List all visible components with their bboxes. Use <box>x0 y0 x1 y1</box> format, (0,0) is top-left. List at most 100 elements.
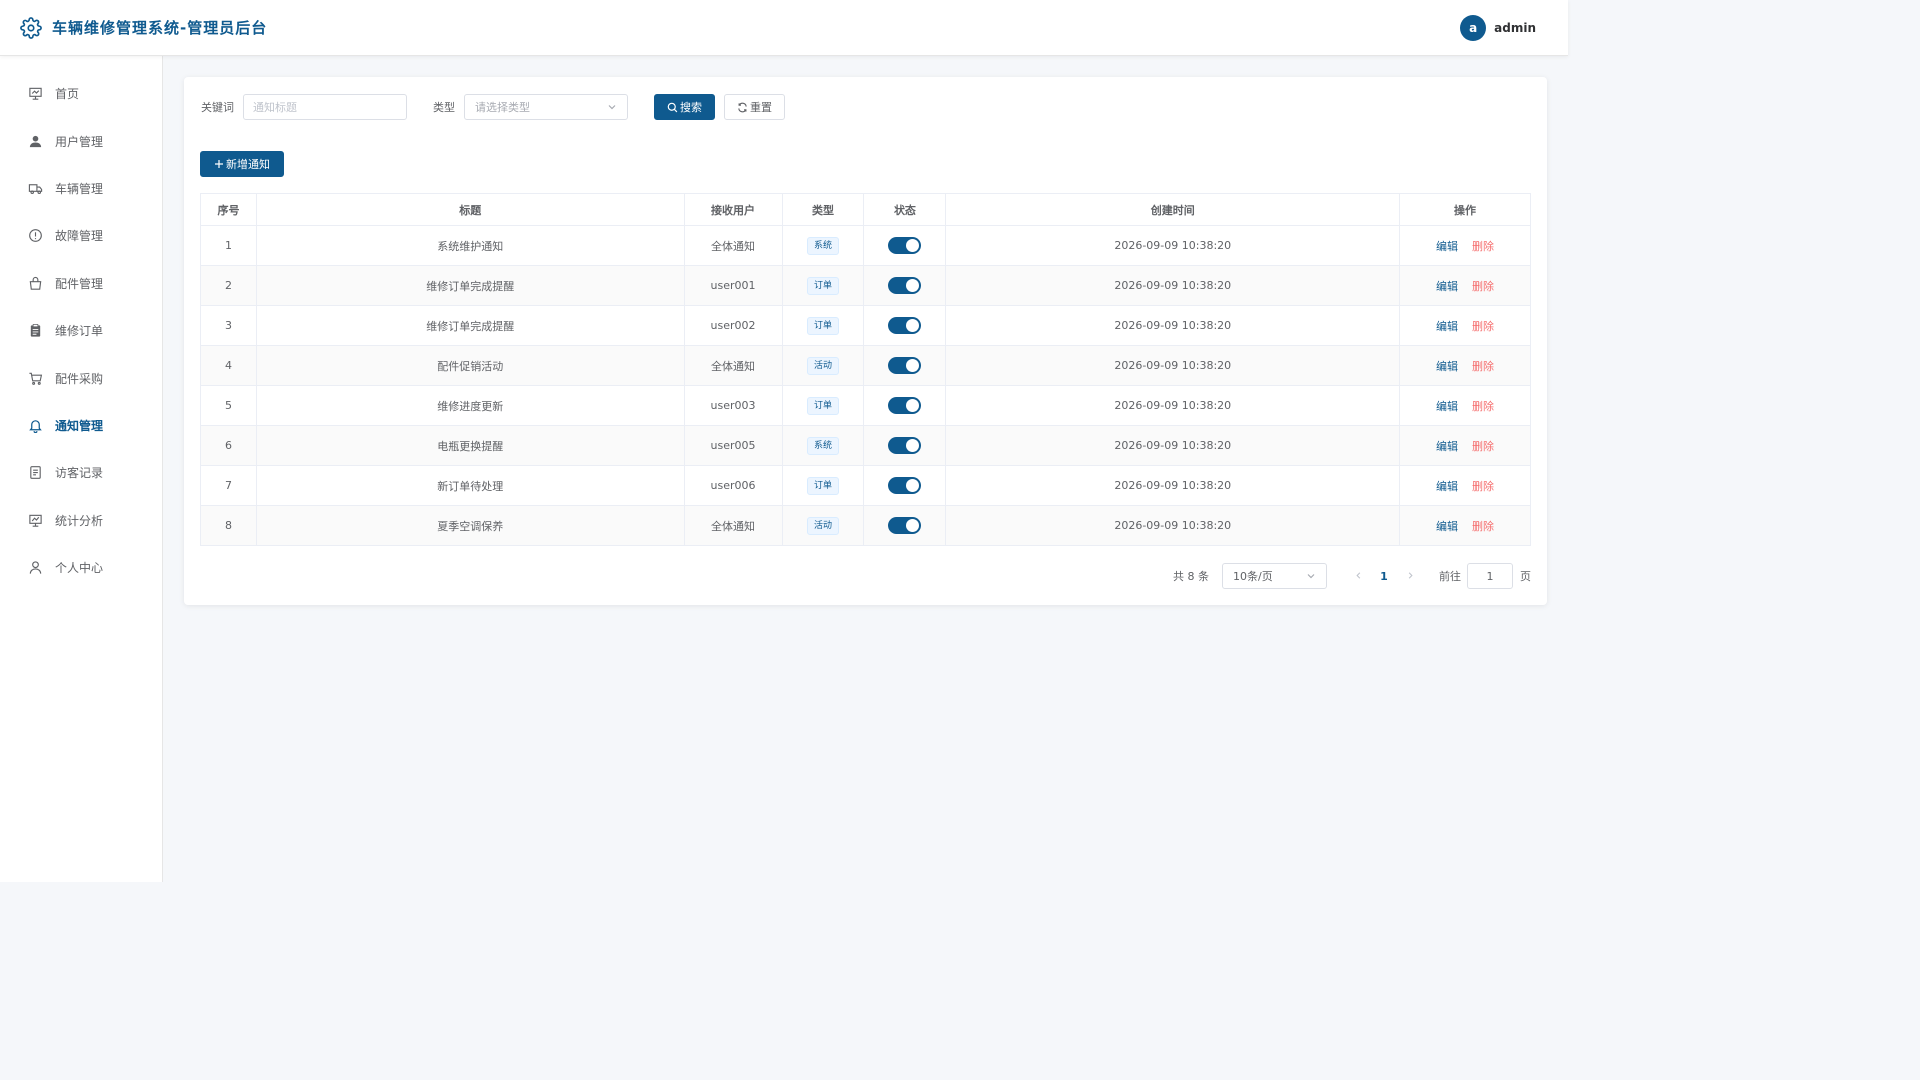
edit-link[interactable]: 编辑 <box>1436 280 1458 293</box>
add-notification-button[interactable]: 新增通知 <box>200 151 284 177</box>
delete-link[interactable]: 删除 <box>1472 480 1494 493</box>
column-header: 类型 <box>781 193 865 226</box>
cell-created: 2026-09-09 10:38:20 <box>945 385 1401 426</box>
edit-link[interactable]: 编辑 <box>1436 440 1458 453</box>
cell-created: 2026-09-09 10:38:20 <box>945 465 1401 506</box>
sidebar-item-users[interactable]: 用户管理 <box>0 117 162 164</box>
sidebar-item-notifications[interactable]: 通知管理 <box>0 402 162 449</box>
sidebar-item-label: 故障管理 <box>55 229 104 244</box>
sidebar-item-orders[interactable]: 维修订单 <box>0 307 162 354</box>
delete-link[interactable]: 删除 <box>1472 280 1494 293</box>
delete-link[interactable]: 删除 <box>1472 440 1494 453</box>
cell-receiver: 全体通知 <box>683 505 783 546</box>
keyword-input[interactable]: 通知标题 <box>243 94 407 120</box>
cell-actions: 编辑 删除 <box>1399 465 1531 506</box>
delete-link[interactable]: 删除 <box>1472 360 1494 373</box>
sidebar-item-label: 配件管理 <box>55 276 104 291</box>
page-size-select[interactable]: 10条/页 <box>1222 563 1327 589</box>
edit-link[interactable]: 编辑 <box>1436 240 1458 253</box>
status-toggle[interactable] <box>888 317 922 334</box>
cell-type: 订单 <box>781 265 865 306</box>
cell-status <box>863 425 947 466</box>
username[interactable]: admin <box>1494 21 1536 35</box>
cell-type: 订单 <box>781 305 865 346</box>
goto-page-input[interactable]: 1 <box>1467 563 1513 589</box>
type-select[interactable]: 请选择类型 <box>464 94 628 120</box>
status-toggle[interactable] <box>888 237 922 254</box>
page-number-current[interactable]: 1 <box>1371 570 1397 583</box>
sidebar-item-parts[interactable]: 配件管理 <box>0 260 162 307</box>
cell-status <box>863 465 947 506</box>
sidebar-item-profile[interactable]: 个人中心 <box>0 544 162 591</box>
cell-no: 7 <box>200 465 257 506</box>
status-toggle[interactable] <box>888 277 922 294</box>
sidebar-item-visitors[interactable]: 访客记录 <box>0 449 162 496</box>
sidebar-item-label: 车辆管理 <box>55 181 104 196</box>
user-menu[interactable]: a admin <box>1460 14 1536 41</box>
cell-type: 活动 <box>781 345 865 386</box>
delete-link[interactable]: 删除 <box>1472 520 1494 533</box>
column-header: 接收用户 <box>683 193 783 226</box>
next-page-button[interactable] <box>1397 570 1423 583</box>
type-tag: 订单 <box>806 316 839 335</box>
type-tag: 订单 <box>806 476 839 495</box>
main-panel: 关键词 通知标题 类型 请选择类型 搜索 重置 新增通知 序号 标题 接收用户 … <box>184 77 1547 605</box>
cell-title: 夏季空调保养 <box>255 505 685 546</box>
page-suffix: 页 <box>1520 570 1531 583</box>
type-label: 类型 <box>433 101 455 114</box>
cell-created: 2026-09-09 10:38:20 <box>945 225 1401 266</box>
column-header: 状态 <box>863 193 947 226</box>
status-toggle[interactable] <box>888 397 922 414</box>
prev-page-button[interactable] <box>1345 570 1371 583</box>
cell-title: 电瓶更换提醒 <box>255 425 685 466</box>
edit-link[interactable]: 编辑 <box>1436 360 1458 373</box>
refresh-icon <box>738 102 747 112</box>
bell-icon <box>29 420 42 433</box>
type-tag: 系统 <box>806 236 839 255</box>
cell-status <box>863 385 947 426</box>
edit-link[interactable]: 编辑 <box>1436 520 1458 533</box>
cell-receiver: user001 <box>683 265 783 306</box>
type-placeholder: 请选择类型 <box>475 101 530 114</box>
delete-link[interactable]: 删除 <box>1472 400 1494 413</box>
sidebar-item-vehicles[interactable]: 车辆管理 <box>0 165 162 212</box>
reset-button-label: 重置 <box>750 101 772 114</box>
cell-title: 配件促销活动 <box>255 345 685 386</box>
status-toggle[interactable] <box>888 517 922 534</box>
status-toggle[interactable] <box>888 477 922 494</box>
delete-link[interactable]: 删除 <box>1472 320 1494 333</box>
type-tag: 活动 <box>806 356 839 375</box>
sidebar-item-statistics[interactable]: 统计分析 <box>0 497 162 544</box>
cell-receiver: 全体通知 <box>683 345 783 386</box>
pagination: 共 8 条 10条/页 1 前往 1 页 <box>1173 563 1531 589</box>
edit-link[interactable]: 编辑 <box>1436 320 1458 333</box>
chevron-down-icon <box>1307 574 1315 579</box>
notification-table: 序号 标题 接收用户 类型 状态 创建时间 操作 1 系统维护通知 全体通知 系… <box>200 193 1531 546</box>
warning-icon <box>29 229 42 243</box>
search-button[interactable]: 搜索 <box>654 94 715 120</box>
edit-link[interactable]: 编辑 <box>1436 480 1458 493</box>
avatar[interactable]: a <box>1460 14 1487 41</box>
cell-type: 订单 <box>781 465 865 506</box>
sidebar-item-faults[interactable]: 故障管理 <box>0 212 162 259</box>
cell-type: 活动 <box>781 505 865 546</box>
edit-link[interactable]: 编辑 <box>1436 400 1458 413</box>
gear-icon <box>20 16 42 39</box>
reset-button[interactable]: 重置 <box>724 94 785 120</box>
goto-label: 前往 <box>1439 570 1461 583</box>
type-tag: 订单 <box>806 276 839 295</box>
table-row: 3 维修订单完成提醒 user002 订单 2026-09-09 10:38:2… <box>200 305 1531 346</box>
cell-status <box>863 505 947 546</box>
sidebar-item-home[interactable]: 首页 <box>0 70 162 117</box>
sidebar-item-purchase[interactable]: 配件采购 <box>0 354 162 401</box>
cell-actions: 编辑 删除 <box>1399 345 1531 386</box>
cell-type: 系统 <box>781 225 865 266</box>
column-header: 操作 <box>1399 193 1531 226</box>
app-title: 车辆维修管理系统-管理员后台 <box>52 19 268 37</box>
delete-link[interactable]: 删除 <box>1472 240 1494 253</box>
cell-created: 2026-09-09 10:38:20 <box>945 345 1401 386</box>
cell-no: 5 <box>200 385 257 426</box>
status-toggle[interactable] <box>888 437 922 454</box>
status-toggle[interactable] <box>888 357 922 374</box>
table-row: 8 夏季空调保养 全体通知 活动 2026-09-09 10:38:20 编辑 删… <box>200 505 1531 546</box>
